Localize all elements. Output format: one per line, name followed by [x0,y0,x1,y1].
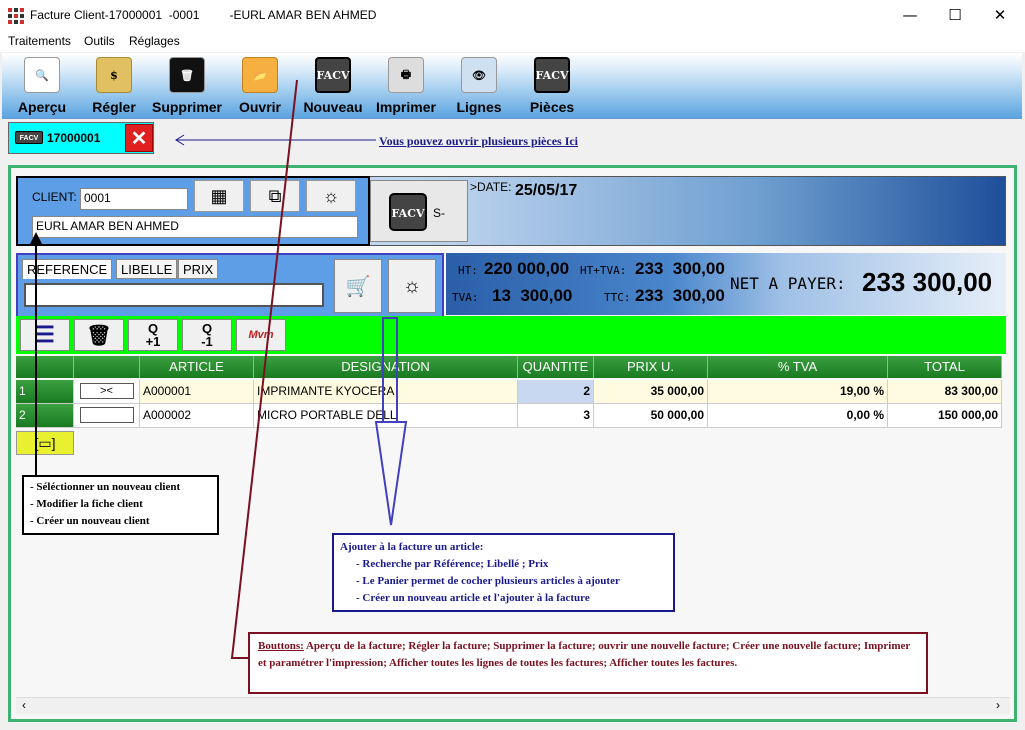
note-line: - Recherche par Référence; Libellé ; Pri… [356,558,549,570]
note-title: Bouttons: [258,640,304,652]
scroll-left-icon[interactable]: ‹ [22,698,26,712]
note-text: Aperçu de la facture; Régler la facture;… [258,640,911,669]
article-help-note: Ajouter à la facture un article: - Reche… [332,533,675,612]
note-line: - Modifier la fiche client [30,498,143,510]
annotation-lines [30,79,408,659]
note-line: - Séléctionner un nouveau client [30,481,181,493]
horizontal-scrollbar[interactable]: ‹ › [16,697,1010,714]
note-line: - Le Panier permet de cocher plusieurs a… [356,575,620,587]
note-line: - Créer un nouveau article et l'ajouter … [356,592,590,604]
buttons-help-note: Bouttons: Aperçu de la facture; Régler l… [248,632,928,694]
client-help-note: - Séléctionner un nouveau client - Modif… [22,475,219,535]
note-line: - Créer un nouveau client [30,515,150,527]
scroll-right-icon[interactable]: › [996,698,1000,712]
note-title: Ajouter à la facture un article: [340,541,484,553]
